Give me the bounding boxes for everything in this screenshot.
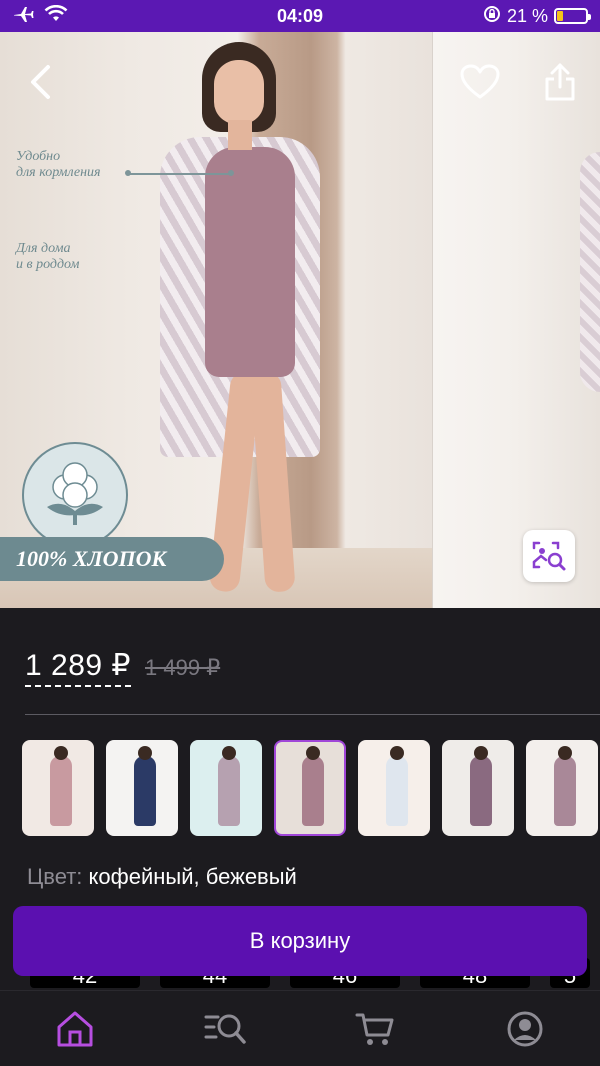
- variant-thumbnail[interactable]: [526, 740, 598, 836]
- battery-icon: [554, 8, 591, 24]
- airplane-icon: [12, 5, 34, 28]
- price-row: 1 289 ₽ 1 499 ₽: [25, 648, 220, 687]
- profile-icon: [507, 1011, 543, 1046]
- annotation-home: Для дома и в роддом: [16, 241, 80, 272]
- color-row: Цвет: кофейный, бежевый: [27, 864, 297, 890]
- cotton-banner: 100% ХЛОПОК: [0, 537, 224, 581]
- color-label: Цвет:: [27, 864, 83, 889]
- cart-icon: [355, 1013, 394, 1045]
- heart-icon: [460, 64, 500, 99]
- nav-cart[interactable]: [345, 999, 405, 1059]
- annotation-feeding: Удобно для кормления: [16, 149, 101, 180]
- next-product-photo: [432, 32, 600, 608]
- thumbnail-head: [390, 746, 404, 760]
- back-button[interactable]: [20, 60, 60, 104]
- face-shape: [214, 60, 264, 124]
- model-figure: [150, 42, 340, 608]
- bottom-navigation: [0, 990, 600, 1066]
- thumbnail-dress: [554, 756, 576, 826]
- status-bar: 04:09 21 %: [0, 0, 600, 32]
- annotation-dot: [228, 170, 234, 176]
- dress-shape: [205, 147, 295, 377]
- color-value: кофейный, бежевый: [88, 864, 297, 889]
- cotton-badge-icon: [22, 442, 128, 548]
- product-image-carousel[interactable]: Удобно для кормления Для дома и в роддом…: [0, 32, 600, 608]
- home-icon: [57, 1011, 93, 1046]
- wifi-icon: [44, 4, 68, 28]
- variant-thumbnail[interactable]: [358, 740, 430, 836]
- thumbnail-head: [306, 746, 320, 760]
- thumbnail-dress: [218, 756, 240, 826]
- annotation-line: [128, 173, 232, 175]
- divider: [25, 714, 600, 715]
- thumbnail-head: [138, 746, 152, 760]
- thumbnail-dress: [50, 756, 72, 826]
- nav-catalog[interactable]: [195, 999, 255, 1059]
- battery-percent: 21 %: [506, 5, 548, 26]
- neck-shape: [228, 120, 252, 150]
- variant-thumbnail[interactable]: [442, 740, 514, 836]
- battery-level: [557, 11, 563, 21]
- thumbnail-head: [222, 746, 236, 760]
- price-old: 1 499 ₽: [145, 655, 221, 680]
- share-button[interactable]: [536, 58, 584, 106]
- status-right: 21 %: [483, 5, 591, 28]
- chevron-left-icon: [31, 65, 50, 99]
- nav-profile[interactable]: [495, 999, 555, 1059]
- color-variant-thumbnails: [22, 740, 600, 836]
- thumbnail-dress: [386, 756, 408, 826]
- thumbnail-head: [54, 746, 68, 760]
- thumbnail-dress: [302, 756, 324, 826]
- variant-thumbnail[interactable]: [190, 740, 262, 836]
- catalog-search-icon: [204, 1014, 246, 1044]
- variant-thumbnail[interactable]: [274, 740, 346, 836]
- status-left: [12, 4, 68, 28]
- thumbnail-dress: [134, 756, 156, 826]
- thumbnail-head: [474, 746, 488, 760]
- favorite-button[interactable]: [456, 60, 504, 104]
- nav-home[interactable]: [45, 999, 105, 1059]
- add-to-cart-button[interactable]: В корзину: [13, 906, 587, 976]
- image-search-button[interactable]: [523, 530, 575, 582]
- annotation-dot: [125, 170, 131, 176]
- image-search-icon: [532, 541, 566, 571]
- next-photo-robe: [580, 152, 600, 392]
- price-current[interactable]: 1 289 ₽: [25, 648, 131, 687]
- thumbnail-dress: [470, 756, 492, 826]
- variant-thumbnail[interactable]: [22, 740, 94, 836]
- variant-thumbnail[interactable]: [106, 740, 178, 836]
- share-icon: [545, 63, 575, 101]
- rotation-lock-icon: [483, 5, 501, 28]
- thumbnail-head: [558, 746, 572, 760]
